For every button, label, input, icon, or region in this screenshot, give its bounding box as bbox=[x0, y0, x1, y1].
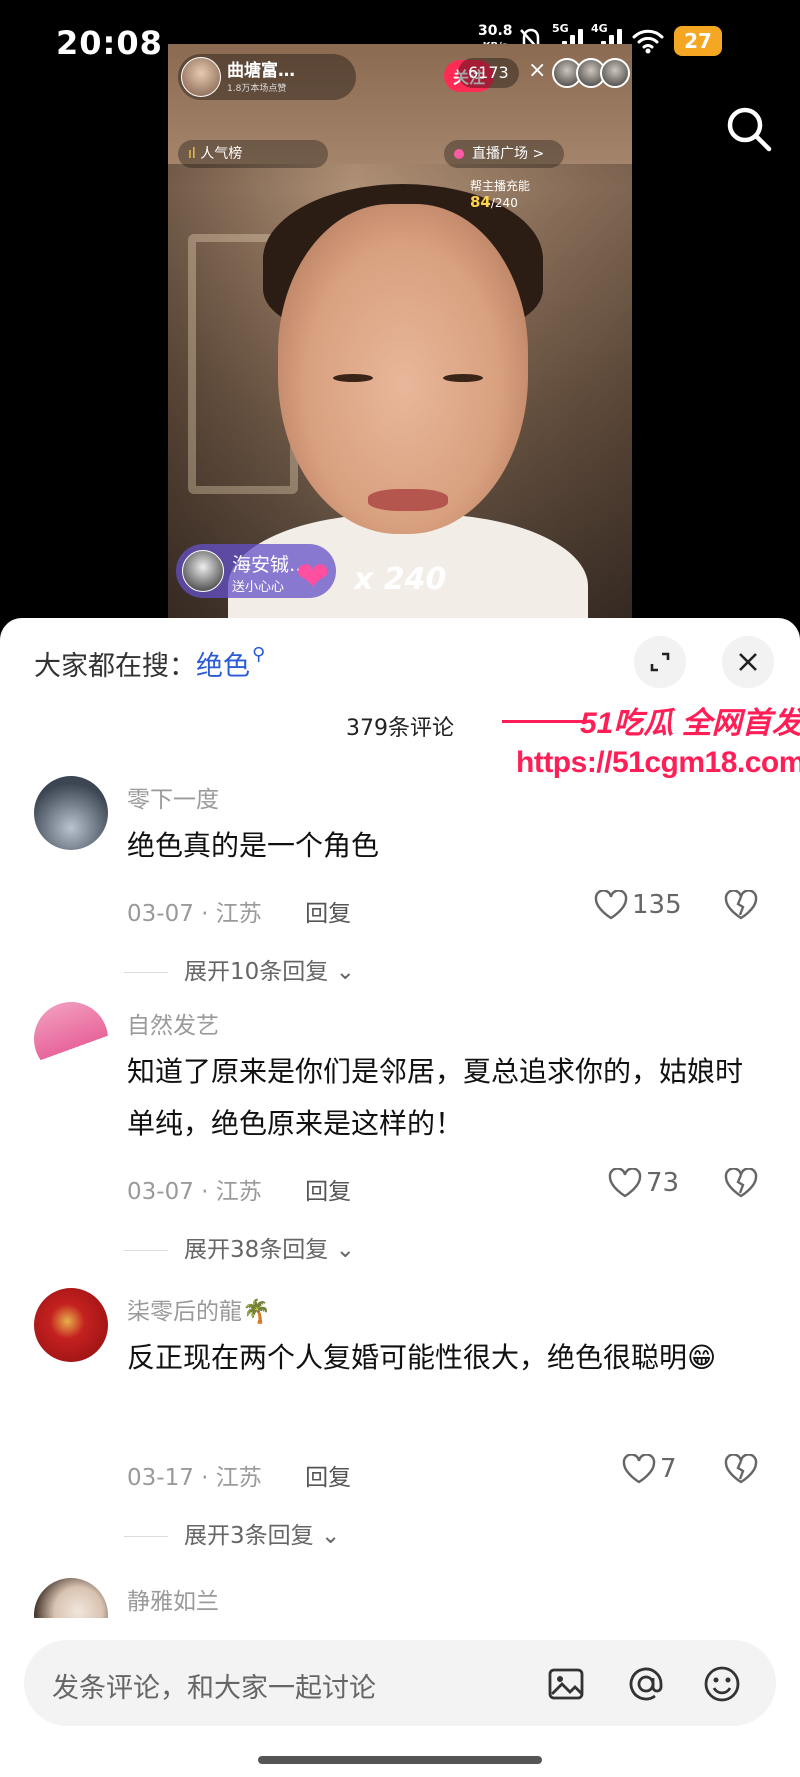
popularity-rank[interactable]: ıl 人气榜 bbox=[178, 140, 328, 168]
charge-current: 84 bbox=[470, 193, 491, 211]
comment-text: 知道了原来是你们是邻居，夏总追求你的，姑娘时单纯，绝色原来是这样的！ bbox=[127, 1055, 744, 1140]
close-button[interactable] bbox=[722, 636, 774, 688]
heart-outline-icon bbox=[594, 890, 628, 920]
live-stream-preview[interactable]: 曲塘富… 1.8万本场点赞 关注 6173 × ıl 人气榜 直播广场 > 帮主… bbox=[168, 44, 632, 624]
charge-total: /240 bbox=[490, 196, 518, 210]
signal-4g-label: 4G bbox=[591, 22, 608, 35]
watermark-line1: 51吃瓜 全网首发 bbox=[580, 707, 800, 740]
viewer-avatar[interactable] bbox=[600, 58, 630, 88]
like-count: 7 bbox=[660, 1454, 677, 1484]
user-avatar[interactable] bbox=[34, 1002, 108, 1076]
signal-5g-label: 5G bbox=[552, 22, 569, 35]
user-avatar[interactable] bbox=[34, 776, 108, 850]
expand-button[interactable] bbox=[634, 636, 686, 688]
heart-outline-icon bbox=[608, 1168, 642, 1198]
comment-date: 03-07 bbox=[127, 901, 194, 927]
gift-count: x 240 bbox=[354, 562, 447, 597]
search-icon[interactable] bbox=[724, 104, 774, 154]
comment-text: 绝色真的是一个角色 bbox=[127, 829, 380, 862]
heart-outline-icon bbox=[622, 1454, 656, 1484]
mention-button[interactable] bbox=[624, 1662, 668, 1706]
comment-sheet: 大家都在搜：绝色 ⚲ 379条评论 51吃瓜 全网首发 https://51cgm… bbox=[0, 618, 800, 1777]
user-avatar[interactable] bbox=[34, 1288, 108, 1362]
comment-date: 03-17 bbox=[127, 1465, 194, 1491]
broken-heart-icon bbox=[724, 889, 758, 920]
rank-icon: ıl bbox=[188, 146, 196, 162]
trending-search[interactable]: 大家都在搜：绝色 ⚲ bbox=[34, 644, 265, 683]
close-icon bbox=[739, 653, 757, 671]
comment-location: · 江苏 bbox=[201, 1179, 262, 1205]
dislike-button[interactable] bbox=[724, 1453, 758, 1488]
comment-input-placeholder: 发条评论，和大家一起讨论 bbox=[52, 1673, 376, 1704]
trending-keyword[interactable]: 绝色 bbox=[196, 651, 250, 682]
close-icon[interactable]: × bbox=[528, 58, 546, 83]
comment-username[interactable]: 静雅如兰 bbox=[127, 1582, 219, 1616]
gift-description: 送小心心 bbox=[232, 580, 285, 595]
like-button[interactable]: 135 bbox=[594, 890, 682, 920]
rank-label: 人气榜 bbox=[200, 146, 243, 162]
comment-meta: 03-17 · 江苏 回复 bbox=[127, 1458, 351, 1492]
like-count: 135 bbox=[632, 890, 682, 920]
emoji-button[interactable] bbox=[700, 1662, 744, 1706]
emoji-icon bbox=[704, 1666, 740, 1702]
streamer-mouth bbox=[368, 489, 448, 511]
like-count: 73 bbox=[646, 1168, 680, 1198]
expand-replies[interactable]: 展开10条回复 ⌄ bbox=[124, 952, 355, 986]
host-likes: 1.8万本场点赞 bbox=[227, 83, 287, 94]
comment-username[interactable]: 自然发艺 bbox=[127, 1006, 219, 1040]
image-icon bbox=[548, 1668, 584, 1700]
comment-location: · 江苏 bbox=[201, 901, 262, 927]
viewer-count[interactable]: 6173 bbox=[458, 58, 519, 88]
gift-user-avatar bbox=[182, 550, 224, 592]
reply-button[interactable]: 回复 bbox=[305, 901, 351, 927]
host-avatar[interactable] bbox=[181, 57, 221, 97]
watermark-dash bbox=[502, 720, 592, 723]
broken-heart-icon bbox=[724, 1167, 758, 1198]
comment-meta: 03-07 · 江苏 回复 bbox=[127, 894, 351, 928]
dislike-button[interactable] bbox=[724, 889, 758, 924]
network-speed-value: 30.8 bbox=[478, 23, 513, 39]
status-time: 20:08 bbox=[56, 24, 163, 62]
charge-progress: 帮主播充能 84/240 bbox=[470, 178, 530, 211]
reply-button[interactable]: 回复 bbox=[305, 1179, 351, 1205]
comment-text: 反正现在两个人复婚可能性很大，绝色很聪明😁 bbox=[127, 1341, 717, 1374]
home-indicator[interactable] bbox=[258, 1756, 542, 1764]
top-viewers[interactable] bbox=[552, 58, 630, 88]
comment-username[interactable]: 柒零后的龍🌴 bbox=[127, 1292, 271, 1326]
at-icon bbox=[629, 1667, 663, 1701]
image-button[interactable] bbox=[544, 1662, 588, 1706]
comment-date: 03-07 bbox=[127, 1179, 194, 1205]
expand-icon bbox=[650, 652, 670, 672]
like-button[interactable]: 73 bbox=[608, 1168, 679, 1198]
expand-replies[interactable]: 展开38条回复 ⌄ bbox=[124, 1230, 355, 1264]
broken-heart-icon bbox=[724, 1453, 758, 1484]
comment-location: · 江苏 bbox=[201, 1465, 262, 1491]
dislike-button[interactable] bbox=[724, 1167, 758, 1202]
host-info[interactable]: 曲塘富… 1.8万本场点赞 bbox=[178, 54, 356, 100]
reply-button[interactable]: 回复 bbox=[305, 1465, 351, 1491]
comment-input[interactable]: 发条评论，和大家一起讨论 bbox=[24, 1640, 776, 1726]
streamer-face bbox=[278, 204, 528, 534]
live-plaza-link[interactable]: 直播广场 > bbox=[444, 140, 564, 168]
streamer-eyes bbox=[333, 374, 483, 388]
heart-gift-icon: ❤ bbox=[296, 554, 330, 600]
charge-label: 帮主播充能 bbox=[470, 179, 531, 193]
comment-username[interactable]: 零下一度 bbox=[127, 780, 219, 814]
expand-replies[interactable]: 展开3条回复 ⌄ bbox=[124, 1516, 340, 1550]
like-button[interactable]: 7 bbox=[622, 1454, 677, 1484]
battery-icon: 27 bbox=[674, 26, 722, 56]
wifi-icon bbox=[632, 29, 664, 54]
search-icon: ⚲ bbox=[252, 644, 266, 665]
comment-meta: 03-07 · 江苏 回复 bbox=[127, 1172, 351, 1206]
trending-search-prefix: 大家都在搜： bbox=[34, 651, 196, 682]
watermark-line2: https://51cgm18.com bbox=[516, 746, 800, 779]
host-name: 曲塘富… bbox=[227, 60, 295, 81]
